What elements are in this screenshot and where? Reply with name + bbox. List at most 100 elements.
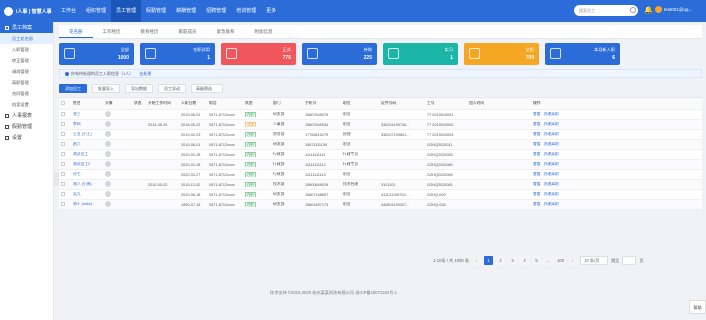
nav-item[interactable]: 招聘管理 xyxy=(201,0,231,22)
tab[interactable]: 家庭成员 xyxy=(169,25,207,38)
app-logo[interactable]: i人事 | 智慧人事 xyxy=(0,0,56,22)
sidebar-group[interactable]: 设置 xyxy=(0,132,53,143)
resign-link[interactable]: 办理离职 xyxy=(544,122,559,126)
nav-item[interactable]: 员工管理 xyxy=(111,0,142,22)
stat-card[interactable]: 正式 775 xyxy=(221,43,296,65)
row-checkbox[interactable] xyxy=(61,152,65,156)
table-row[interactable]: 李四 2014-05-25 2018-05-22 0571-8712xxxx 试用 人事部… xyxy=(59,120,702,130)
view-link[interactable]: 查看 xyxy=(533,182,541,186)
tab[interactable]: 工作经历 xyxy=(93,25,131,38)
table-cell[interactable]: 郑十 (mike) xyxy=(71,202,103,207)
view-link[interactable]: 查看 xyxy=(533,152,541,156)
table-cell[interactable]: 赵六 xyxy=(71,142,103,147)
view-link[interactable]: 查看 xyxy=(533,192,541,196)
import-button[interactable]: 批量导入 xyxy=(92,83,120,93)
row-checkbox[interactable] xyxy=(61,162,65,166)
resign-link[interactable]: 办理离职 xyxy=(544,142,559,146)
stat-card[interactable]: 待岗 225 xyxy=(302,43,377,65)
table-cell[interactable]: 吴九 xyxy=(71,192,103,197)
sidebar-group[interactable]: 人事报表 xyxy=(0,110,53,121)
sidebar-group[interactable]: 假勤管理 xyxy=(0,121,53,132)
view-link[interactable]: 查看 xyxy=(533,122,541,126)
resign-link[interactable]: 办理离职 xyxy=(544,112,559,116)
sidebar-item[interactable]: 合同管理 xyxy=(0,88,53,99)
table-row[interactable]: 赵六 2019-06-01 0571-8712xxxx 在职 研发部 1587111115… xyxy=(59,140,702,150)
resign-link[interactable]: 办理离职 xyxy=(544,132,559,136)
row-checkbox[interactable] xyxy=(61,112,65,116)
sidebar-item[interactable]: 员工花名册 xyxy=(0,33,53,44)
table-cell[interactable]: 王五 (小王) xyxy=(71,132,103,137)
page-button[interactable]: 2 xyxy=(496,256,506,265)
page-button[interactable]: 1 xyxy=(484,256,494,265)
row-checkbox[interactable] xyxy=(61,192,65,196)
sidebar-item[interactable]: 调岗管理 xyxy=(0,66,53,77)
column-header[interactable] xyxy=(59,101,71,106)
nav-item[interactable]: 薪酬管理 xyxy=(171,0,201,22)
table-row[interactable]: 郑十 (mike) 1990-07-18 0571-8712xxxx 在职 研发部 158… xyxy=(59,200,702,210)
table-row[interactable]: 吴九 2020-06-18 0571-8712xxxx 在职 研发部 1580716869… xyxy=(59,190,702,200)
view-link[interactable]: 查看 xyxy=(533,132,541,136)
table-cell[interactable]: 测试员工2 xyxy=(71,162,103,167)
resign-link[interactable]: 办理离职 xyxy=(544,182,559,186)
stat-card[interactable]: 全职 709 xyxy=(464,43,539,65)
tab[interactable]: 紧急联系 xyxy=(207,25,245,38)
row-checkbox[interactable] xyxy=(61,202,65,206)
resign-link[interactable]: 办理离职 xyxy=(544,202,559,206)
nav-item[interactable]: 培训管理 xyxy=(231,0,261,22)
help-button[interactable]: 帮助 xyxy=(689,300,706,314)
sidebar-item[interactable]: 离职管理 xyxy=(0,77,53,88)
table-cell[interactable]: 张三 xyxy=(71,112,103,117)
table-cell[interactable]: 李四 xyxy=(71,122,103,127)
row-checkbox[interactable] xyxy=(61,132,65,136)
table-row[interactable]: 周八 (小周) 2010-05-02 2019-12-02 0571-8712xxxx… xyxy=(59,180,702,190)
row-checkbox[interactable] xyxy=(61,182,65,186)
table-cell[interactable]: 孙七 xyxy=(71,172,103,177)
table-cell[interactable]: 周八 (小周) xyxy=(71,182,103,187)
stat-card[interactable]: 全部 1000 xyxy=(59,43,134,65)
stat-card[interactable]: 本月新入职 6 xyxy=(545,43,620,65)
table-row[interactable]: 张三 2019-06-01 0571-8712xxxx 在职 研发部 1580764907… xyxy=(59,110,702,120)
row-checkbox[interactable] xyxy=(61,142,65,146)
view-link[interactable]: 查看 xyxy=(533,162,541,166)
next-page-button[interactable]: › xyxy=(568,256,578,265)
row-checkbox[interactable] xyxy=(61,172,65,176)
tab[interactable]: 教育经历 xyxy=(131,25,169,38)
sidebar-item[interactable]: 入职管理 xyxy=(0,44,53,55)
export-button[interactable]: 导出数据 xyxy=(125,83,153,93)
select-all-checkbox[interactable] xyxy=(61,101,65,105)
search-icon[interactable] xyxy=(630,7,636,13)
sidebar-group[interactable]: 员工档案 xyxy=(0,22,53,33)
page-button[interactable]: 3 xyxy=(508,256,518,265)
add-employee-button[interactable]: 添加员工 xyxy=(59,83,87,93)
resign-link[interactable]: 办理离职 xyxy=(544,172,559,176)
stat-card[interactable]: 在职试用 1 xyxy=(140,43,215,65)
nav-item[interactable]: 假勤管理 xyxy=(141,0,171,22)
resign-link[interactable]: 办理离职 xyxy=(544,162,559,166)
tab[interactable]: 附加信息 xyxy=(245,25,283,38)
nav-item[interactable]: 工作台 xyxy=(56,0,81,22)
table-row[interactable]: 测试员工 2020-02-28 0571-8712xxxx 在职 行政部 11111111… xyxy=(59,150,702,160)
sidebar-item[interactable]: 转正管理 xyxy=(0,55,53,66)
nav-item[interactable]: 更多 xyxy=(261,0,281,22)
resign-link[interactable]: 办理离职 xyxy=(544,192,559,196)
transfer-button[interactable]: 员工异动 xyxy=(158,83,186,93)
view-link[interactable]: 查看 xyxy=(533,112,541,116)
notice-link[interactable]: 去处理 xyxy=(139,71,151,77)
stat-card[interactable]: 实习 1 xyxy=(383,43,458,65)
tab[interactable]: 花名册 xyxy=(59,25,93,38)
page-button[interactable]: 5 xyxy=(532,256,542,265)
table-row[interactable]: 测试员工2 2020-02-28 0571-8712xxxx 在职 行政部 1111111… xyxy=(59,160,702,170)
filter-select[interactable]: 高级筛选 xyxy=(191,83,223,93)
prev-page-button[interactable]: ‹ xyxy=(472,256,482,265)
view-link[interactable]: 查看 xyxy=(533,202,541,206)
search-input[interactable]: 搜索员工 xyxy=(574,5,638,16)
view-link[interactable]: 查看 xyxy=(533,142,541,146)
view-link[interactable]: 查看 xyxy=(533,172,541,176)
page-button[interactable]: 4 xyxy=(520,256,530,265)
page-button[interactable]: ... xyxy=(544,256,554,265)
table-row[interactable]: 孙七 2020-02-27 0571-8712xxxx 在职 行政部 1111111111… xyxy=(59,170,702,180)
resign-link[interactable]: 办理离职 xyxy=(544,152,559,156)
page-button[interactable]: 100 xyxy=(556,256,566,265)
page-size-select[interactable]: 10 条/页 xyxy=(580,256,609,265)
table-row[interactable]: 王五 (小王) 2019-02-23 0571-8712xxxx 在职 财务部 17765… xyxy=(59,130,702,140)
